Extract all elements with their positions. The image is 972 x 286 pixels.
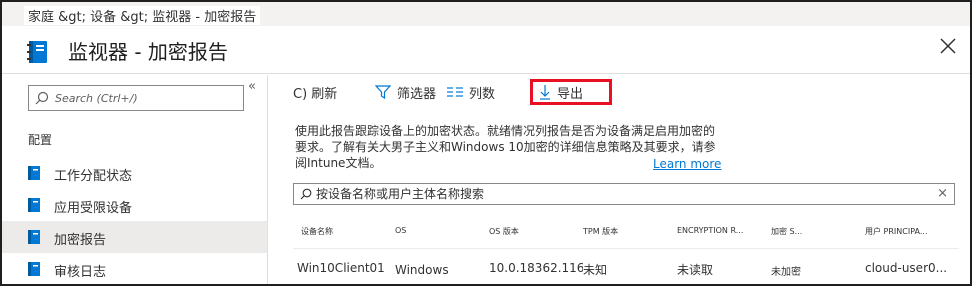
blade-icon: [28, 198, 40, 212]
columns-button[interactable]: 列数: [447, 81, 495, 103]
search-icon: [300, 188, 312, 200]
refresh-button[interactable]: C) 刷新: [293, 81, 337, 103]
search-icon: [35, 91, 49, 105]
cell-user-principal: cloud-user0...: [865, 261, 948, 275]
column-header-device-name[interactable]: 设备名称: [301, 226, 381, 237]
sidebar-item-label: 工作分配状态: [54, 169, 133, 184]
sidebar-item-encryption-report[interactable]: 加密报告: [2, 221, 267, 253]
cell-encryption-readiness: 未读取: [677, 263, 714, 277]
sidebar-search[interactable]: [28, 85, 244, 111]
column-header-os-version[interactable]: OS 版本: [489, 226, 569, 237]
columns-icon: [447, 87, 463, 97]
sidebar-search-input[interactable]: [55, 89, 235, 107]
cell-os-version: 10.0.18362.116: [489, 261, 583, 275]
cell-tpm-version: 未知: [583, 263, 608, 277]
sidebar-item-app-restricted-devices[interactable]: 应用受限设备: [2, 189, 267, 221]
sidebar-item-label: 加密报告: [54, 233, 107, 248]
collapse-sidebar-button[interactable]: «: [248, 79, 256, 94]
row-divider: [293, 248, 959, 249]
close-icon[interactable]: [936, 34, 960, 58]
sidebar: « 配置 工作分配状态 应用受限设备 加密报告 审核日志: [2, 75, 268, 284]
blade-icon: [28, 166, 40, 180]
filter-button[interactable]: 筛选器: [375, 81, 436, 103]
column-header-user-principal[interactable]: 用户 PRINCIPA...: [865, 226, 955, 237]
sidebar-item-label: 应用受限设备: [54, 201, 133, 216]
learn-more-link[interactable]: Learn more: [653, 157, 721, 171]
filter-icon: [375, 85, 391, 99]
sidebar-item-assignment-status[interactable]: 工作分配状态: [2, 157, 267, 189]
clear-search-button[interactable]: ×: [937, 186, 948, 201]
blade-icon: [28, 262, 40, 276]
sidebar-item-label: 审核日志: [54, 265, 107, 280]
section-label-config: 配置: [28, 133, 53, 147]
page-title: 监视器 - 加密报告: [68, 40, 228, 64]
blade-icon: [28, 230, 40, 244]
table-search-input[interactable]: [316, 186, 916, 202]
breadcrumb-bar: 家庭 &gt; 设备 &gt; 监视器 - 加密报告: [2, 2, 970, 26]
report-book-icon: [27, 41, 47, 63]
command-bar: C) 刷新 筛选器 列数 导出: [269, 75, 970, 109]
column-header-encryption-status[interactable]: 加密 S...: [771, 226, 831, 237]
blade-header: 监视器 - 加密报告: [2, 26, 970, 74]
sidebar-item-audit-logs[interactable]: 审核日志: [2, 253, 267, 284]
column-header-os[interactable]: OS: [395, 226, 455, 235]
cell-os: Windows: [395, 263, 449, 277]
filter-label: 筛选器: [397, 86, 437, 102]
column-header-tpm-version[interactable]: TPM 版本: [583, 226, 663, 237]
breadcrumb[interactable]: 家庭 &gt; 设备 &gt; 监视器 - 加密报告: [24, 6, 261, 25]
table-search[interactable]: ×: [293, 183, 955, 205]
main-content: C) 刷新 筛选器 列数 导出 使用此报告跟踪设备上的加密状态。就绪情况列报告是…: [269, 75, 970, 284]
window-frame: 家庭 &gt; 设备 &gt; 监视器 - 加密报告 监视器 - 加密报告 «: [0, 0, 972, 286]
cell-device-name[interactable]: Win10Client01: [297, 261, 393, 275]
columns-label: 列数: [469, 86, 496, 102]
cell-encryption-status: 未加密: [771, 267, 801, 278]
export-highlight-box: [530, 79, 612, 105]
refresh-label: C) 刷新: [293, 86, 338, 102]
column-header-encryption-readiness[interactable]: ENCRYPTION R...: [677, 226, 757, 235]
